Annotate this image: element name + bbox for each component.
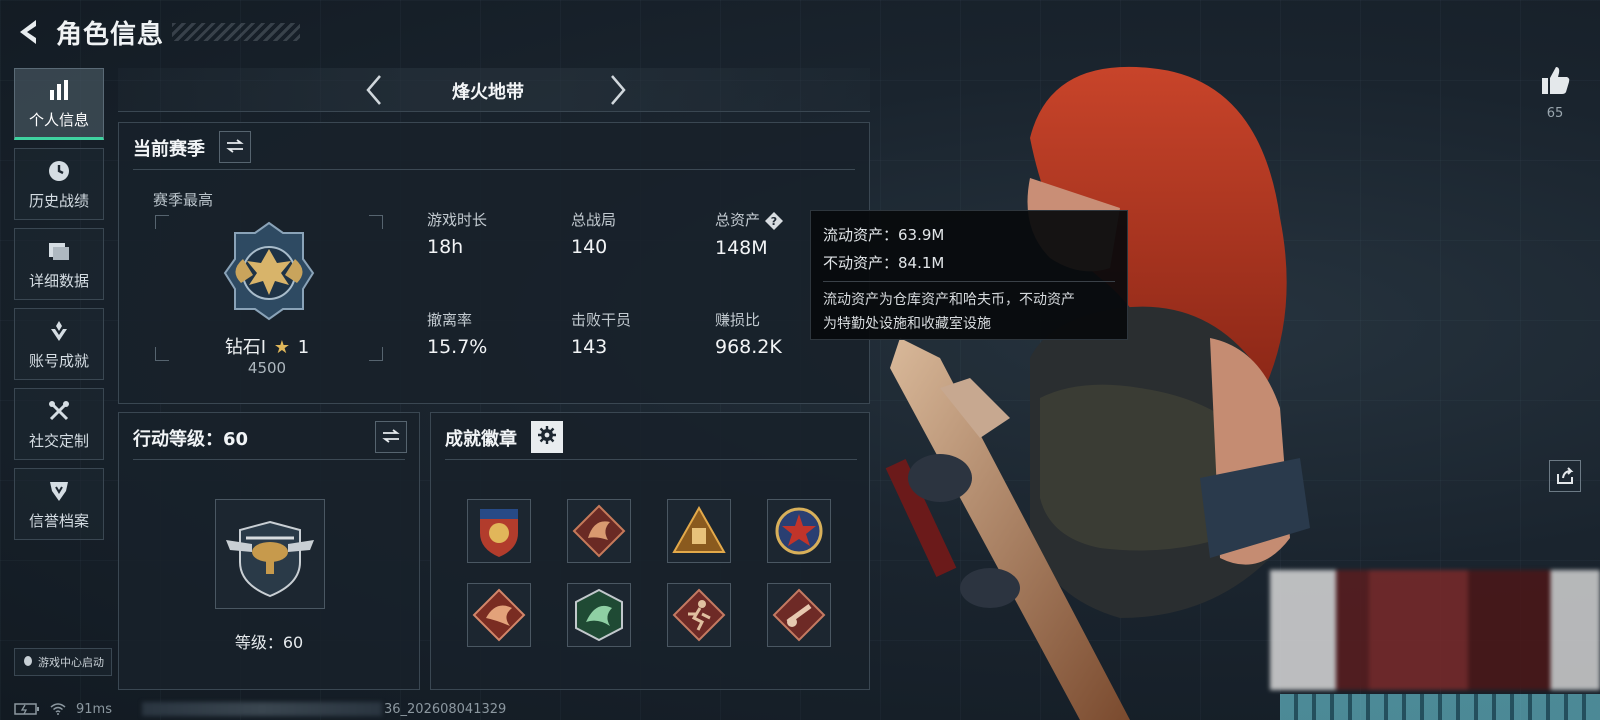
wifi-icon — [50, 703, 66, 715]
swap-level-button[interactable] — [375, 421, 407, 453]
bottom-decoration — [1280, 694, 1600, 720]
liquid-assets-line: 流动资产：63.9M — [823, 226, 945, 244]
swap-arrows-icon — [226, 138, 244, 157]
season-divider — [133, 169, 855, 170]
like-count: 65 — [1546, 106, 1564, 121]
thumbs-up-icon[interactable] — [1538, 64, 1572, 98]
star-icon: ★ — [273, 337, 290, 358]
total-assets-tooltip: 流动资产：63.9M 不动资产：84.1M 流动资产为仓库资产和哈夫币，不动资产… — [810, 210, 1128, 340]
title-decoration — [172, 23, 301, 41]
chevron-left-icon[interactable] — [356, 72, 392, 108]
season-title: 当前赛季 — [133, 139, 205, 160]
tooltip-divider — [823, 281, 1115, 282]
green-dragon-badge[interactable] — [567, 583, 631, 647]
achievements-settings-button[interactable] — [531, 421, 563, 453]
status-bar: 91ms 36_202608041329 — [14, 700, 506, 718]
stat-profit-loss-ratio: 赚损比 968.2K — [715, 311, 782, 358]
battery-icon — [14, 703, 40, 715]
question-mark-icon[interactable]: ? — [764, 211, 784, 231]
stat-play-time: 游戏时长 18h — [427, 211, 488, 258]
qq-penguin-icon — [22, 655, 34, 670]
sidebar-item-label: 社交定制 — [28, 431, 89, 450]
sidebar-item-label: 历史战绩 — [28, 191, 89, 210]
sidebar-item-history[interactable]: 历史战绩 — [14, 148, 104, 220]
star-crest-badge[interactable] — [767, 499, 831, 563]
achievements-title: 成就徽章 — [445, 429, 517, 450]
action-level-badge — [215, 499, 325, 609]
blurred-preview — [1270, 570, 1600, 690]
shield-down-icon — [46, 478, 72, 504]
achievements-divider — [445, 459, 857, 460]
achievements-panel: 成就徽章 — [430, 412, 870, 690]
tooltip-description-line-1: 流动资产为仓库资产和哈夫币，不动资产 — [823, 292, 1075, 308]
stat-extraction-rate: 撤离率 15.7% — [427, 311, 488, 358]
triangle-crate-badge[interactable] — [667, 499, 731, 563]
sidebar-item-achievements[interactable]: 账号成就 — [14, 308, 104, 380]
sidebar: 个人信息 历史战绩 详细数据 账号成就 社交定制 信誉档案 — [14, 68, 106, 548]
action-level-panel: 行动等级：60 等级：60 — [118, 412, 420, 690]
stat-operators-defeated: 击败干员 143 — [571, 311, 632, 358]
svg-text:?: ? — [771, 215, 777, 228]
history-clock-icon — [46, 158, 72, 184]
sidebar-item-label: 详细数据 — [28, 271, 89, 290]
mode-switcher: 烽火地带 — [118, 68, 870, 112]
stat-total-assets: 总资产 ? 148M — [715, 209, 784, 259]
share-icon[interactable] — [1549, 460, 1581, 492]
runner-diamond-badge[interactable] — [667, 583, 731, 647]
sidebar-item-label: 账号成就 — [28, 351, 89, 370]
season-panel: 当前赛季 赛季最高 钻石I ★ 1 4500 游戏时长 18h 总战局 140 … — [118, 122, 870, 404]
sidebar-item-social[interactable]: 社交定制 — [14, 388, 104, 460]
sidebar-item-personal-info[interactable]: 个人信息 — [14, 68, 104, 140]
action-level-title: 行动等级：60 — [133, 429, 249, 450]
fixed-assets-line: 不动资产：84.1M — [823, 254, 945, 272]
eagle-shield-badge[interactable] — [467, 499, 531, 563]
level-text: 等级：60 — [234, 633, 304, 652]
mode-name: 烽火地带 — [452, 82, 524, 103]
game-center-launch-button[interactable]: 游戏中心启动 — [14, 648, 112, 676]
sidebar-item-reputation[interactable]: 信誉档案 — [14, 468, 104, 540]
diamond-rank-emblem — [219, 219, 319, 323]
back-arrow-icon[interactable] — [14, 17, 44, 47]
sidebar-item-label: 信誉档案 — [28, 511, 89, 530]
chevron-right-icon[interactable] — [600, 72, 636, 108]
page-title: 角色信息 — [56, 19, 165, 50]
ping-value: 91ms — [76, 701, 112, 717]
swap-season-button[interactable] — [219, 131, 251, 163]
game-center-label: 游戏中心启动 — [38, 656, 104, 669]
folder-icon — [46, 238, 72, 264]
gear-icon — [538, 426, 556, 448]
rank-name: 钻石I ★ 1 — [224, 337, 310, 358]
blurred-text — [141, 702, 382, 716]
level-divider — [133, 459, 405, 460]
rank-score: 4500 — [247, 359, 287, 377]
dragon-diamond-badge-2[interactable] — [467, 583, 531, 647]
achievement-icon — [46, 318, 72, 344]
header: 角色信息 — [14, 12, 301, 52]
swap-arrows-icon — [382, 428, 400, 447]
stat-total-matches: 总战局 140 — [571, 211, 617, 258]
sidebar-item-detailed-data[interactable]: 详细数据 — [14, 228, 104, 300]
tools-icon — [46, 398, 72, 424]
tooltip-description-line-2: 为特勤处设施和收藏室设施 — [823, 316, 991, 332]
bar-chart-icon — [46, 77, 72, 103]
sidebar-item-label: 个人信息 — [28, 110, 89, 129]
season-best-label: 赛季最高 — [153, 191, 214, 209]
build-id: 36_202608041329 — [383, 701, 507, 717]
dragon-diamond-badge[interactable] — [567, 499, 631, 563]
cannon-diamond-badge[interactable] — [767, 583, 831, 647]
